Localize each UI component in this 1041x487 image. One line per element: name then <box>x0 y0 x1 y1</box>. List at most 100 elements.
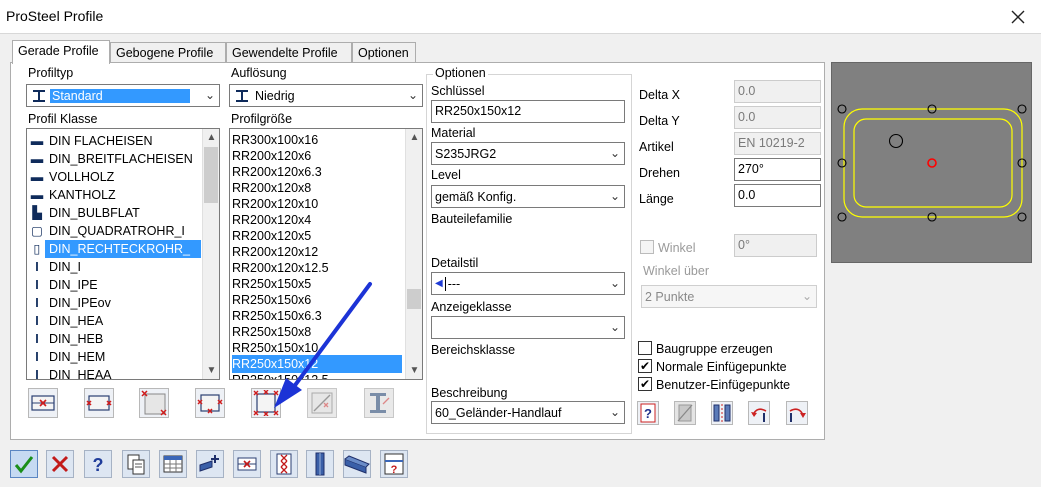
rotate-right-button[interactable] <box>786 401 808 425</box>
drawing-help-icon: ? <box>384 453 404 476</box>
insert-diagonal-button[interactable] <box>307 388 337 418</box>
list-item[interactable]: ▬ KANTHOLZ <box>29 186 116 204</box>
drehen-field[interactable]: 270° <box>734 158 821 181</box>
benutzer-einfuegepunkte-checkbox[interactable]: ✔ <box>638 377 652 391</box>
i-beam-icon: I <box>35 332 39 346</box>
profil-klasse-scrollbar[interactable]: ▲ ▼ <box>202 129 219 379</box>
column-icon <box>315 452 325 476</box>
profile-preview[interactable] <box>831 62 1032 263</box>
insert-sides-button[interactable] <box>84 388 114 418</box>
list-item[interactable]: ▬ VOLLHOLZ <box>29 168 115 186</box>
insert-points-vertical-button[interactable] <box>270 450 298 478</box>
laenge-field[interactable]: 0.0 <box>734 184 821 207</box>
list-item[interactable]: I DIN_IPE <box>29 276 97 294</box>
insert-point-button[interactable] <box>233 450 261 478</box>
profiltyp-select[interactable]: Standard ⌄ <box>26 84 220 107</box>
insert-all-points-icon <box>253 390 279 416</box>
i-beam-rotate-icon <box>370 393 390 413</box>
table-icon <box>163 455 183 473</box>
list-item[interactable]: ▬ DIN FLACHEISEN <box>29 132 153 150</box>
list-item[interactable]: ▙ DIN_BULBFLAT <box>29 204 140 222</box>
beschreibung-select[interactable]: 60_Geländer-Handlauf ⌄ <box>431 401 625 424</box>
list-item[interactable]: I DIN_HEB <box>29 330 103 348</box>
profil-klasse-list[interactable]: ▬ DIN FLACHEISEN ▬ DIN_BREITFLACHEISEN ▬ VO… <box>26 128 220 380</box>
list-item[interactable]: I DIN_HEM <box>29 348 105 366</box>
window-title: ProSteel Profile <box>6 8 104 24</box>
insert-center-button[interactable] <box>28 388 58 418</box>
cut-profile-button[interactable] <box>674 401 696 425</box>
delta-x-field[interactable]: 0.0 <box>734 80 821 103</box>
tab-optionen[interactable]: Optionen <box>352 42 416 63</box>
baugruppe-label: Baugruppe erzeugen <box>656 342 773 356</box>
drawing-help-button[interactable]: ? <box>380 450 408 478</box>
list-item[interactable]: I DIN_HEAA <box>29 366 111 379</box>
chevron-down-icon: ⌄ <box>801 289 812 303</box>
scroll-thumb[interactable] <box>407 289 421 309</box>
square-tube-icon: ▢ <box>31 224 43 238</box>
column-profile-button[interactable] <box>306 450 334 478</box>
beam-profile-button[interactable] <box>343 450 371 478</box>
ok-button[interactable] <box>10 450 38 478</box>
list-item[interactable]: ▬ DIN_BREITFLACHEISEN <box>29 150 193 168</box>
profile-rotate-button[interactable] <box>364 388 394 418</box>
tab-gewendelte-profile[interactable]: Gewendelte Profile <box>226 42 352 63</box>
help-info-button[interactable]: ? <box>637 401 659 425</box>
list-item[interactable]: ▢ DIN_QUADRATROHR_I <box>29 222 185 240</box>
insert-all-points-button[interactable] <box>251 388 281 418</box>
baugruppe-checkbox[interactable] <box>638 341 652 355</box>
scroll-thumb[interactable] <box>204 147 218 203</box>
add-profile-button[interactable] <box>196 450 224 478</box>
material-select[interactable]: S235JRG2 ⌄ <box>431 142 625 165</box>
list-item[interactable]: I DIN_I <box>29 258 81 276</box>
anzeigeklasse-select[interactable]: ⌄ <box>431 316 625 339</box>
profiltyp-label: Profiltyp <box>28 66 74 80</box>
close-button[interactable] <box>1003 4 1033 30</box>
chevron-up-icon[interactable]: ▲ <box>406 129 422 146</box>
list-item[interactable]: I DIN_HEA <box>29 312 103 330</box>
chevron-down-icon: ⌄ <box>609 189 620 203</box>
normale-einfuegepunkte-checkbox[interactable]: ✔ <box>638 359 652 373</box>
list-item-selected[interactable]: ▯ DIN_RECHTECKROHR_ <box>29 240 201 258</box>
profiltyp-value: Standard <box>50 88 190 103</box>
mirror-profile-button[interactable] <box>711 401 733 425</box>
delta-y-field[interactable]: 0.0 <box>734 106 821 129</box>
list-item[interactable]: I DIN_IPEov <box>29 294 111 312</box>
help-button[interactable]: ? <box>84 450 112 478</box>
chevron-down-icon[interactable]: ▼ <box>203 362 219 379</box>
schluessel-label: Schlüssel <box>431 84 485 98</box>
insert-edges-button[interactable] <box>195 388 225 418</box>
winkel-checkbox[interactable] <box>640 240 654 254</box>
list-item[interactable]: RR250x150x12.5 <box>232 371 329 379</box>
anzeigeklasse-label: Anzeigeklasse <box>431 300 512 314</box>
copy-properties-button[interactable] <box>122 450 150 478</box>
caret-left-icon: ◀ <box>435 278 443 289</box>
schluessel-field[interactable]: RR250x150x12 <box>431 100 625 123</box>
rotate-left-button[interactable] <box>748 401 770 425</box>
winkel-field[interactable]: 0° <box>734 234 817 257</box>
aufloesung-value: Niedrig <box>255 88 295 103</box>
profilgroesse-scrollbar[interactable]: ▲ ▼ <box>405 129 422 379</box>
winkel-ueber-label: Winkel über <box>643 264 709 278</box>
cancel-button[interactable] <box>46 450 74 478</box>
aufloesung-select[interactable]: Niedrig ⌄ <box>229 84 423 107</box>
artikel-field[interactable]: EN 10219-2 <box>734 132 821 155</box>
cut-icon <box>677 404 693 422</box>
add-beam-icon <box>199 455 219 472</box>
check-icon: ✔ <box>639 377 651 391</box>
copy-document-icon <box>127 454 145 475</box>
rotate-right-icon <box>789 408 806 422</box>
chevron-down-icon[interactable]: ▼ <box>406 362 422 379</box>
level-select[interactable]: gemäß Konfig. ⌄ <box>431 185 625 208</box>
profilgroesse-list[interactable]: RR300x100x16 RR200x120x6 RR200x120x6.3 R… <box>229 128 423 380</box>
checkmark-icon <box>14 456 34 474</box>
profilgroesse-label: Profilgröße <box>231 112 293 126</box>
i-beam-icon: I <box>35 314 39 328</box>
table-button[interactable] <box>159 450 187 478</box>
chevron-up-icon[interactable]: ▲ <box>203 129 219 146</box>
insert-corner-button[interactable] <box>139 388 169 418</box>
beschreibung-label: Beschreibung <box>431 386 508 400</box>
winkel-ueber-select[interactable]: 2 Punkte ⌄ <box>641 285 817 308</box>
detailstil-select[interactable]: ◀ --- ⌄ <box>431 272 625 295</box>
tab-gebogene-profile[interactable]: Gebogene Profile <box>110 42 226 63</box>
tab-gerade-profile[interactable]: Gerade Profile <box>12 40 110 64</box>
